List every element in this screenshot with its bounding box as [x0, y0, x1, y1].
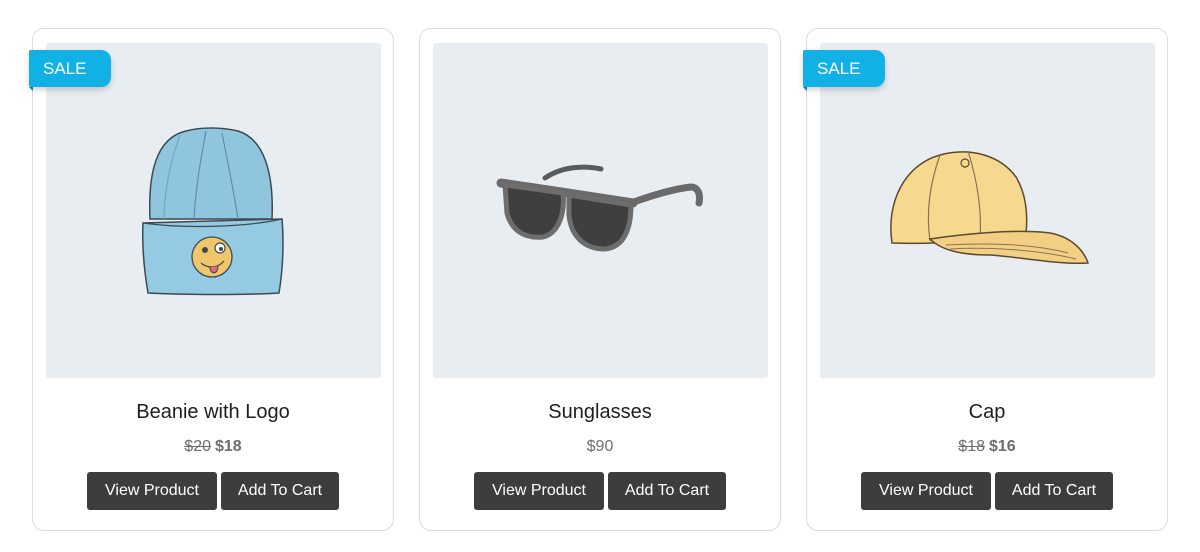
- product-price: $20 $18: [33, 438, 393, 456]
- product-actions: View Product Add To Cart: [807, 472, 1167, 510]
- sale-price: $16: [989, 438, 1016, 455]
- product-price: $18 $16: [807, 438, 1167, 456]
- view-product-button[interactable]: View Product: [861, 472, 991, 510]
- sale-badge: SALE: [29, 50, 111, 91]
- product-card-cap: SALE Cap $18 $16 View Product Add To Cart: [803, 28, 1168, 531]
- original-price: $20: [184, 438, 211, 455]
- sale-price: $18: [215, 438, 242, 455]
- sale-badge: SALE: [803, 50, 885, 91]
- add-to-cart-button[interactable]: Add To Cart: [221, 472, 339, 510]
- product-image-sunglasses[interactable]: [433, 43, 768, 378]
- sunglasses-image: [496, 164, 703, 252]
- product-title[interactable]: Beanie with Logo: [33, 401, 393, 424]
- view-product-button[interactable]: View Product: [474, 472, 604, 510]
- regular-price: $90: [586, 438, 614, 455]
- product-title[interactable]: Sunglasses: [420, 401, 780, 424]
- original-price: $18: [958, 438, 985, 455]
- product-image-cap[interactable]: [820, 43, 1155, 378]
- view-product-button[interactable]: View Product: [87, 472, 217, 510]
- product-card-beanie: SALE Beanie with Logo $20 $18 View Produ…: [29, 28, 394, 531]
- product-actions: View Product Add To Cart: [33, 472, 393, 510]
- product-price: $90: [420, 438, 780, 456]
- add-to-cart-button[interactable]: Add To Cart: [608, 472, 726, 510]
- product-image-beanie[interactable]: [46, 43, 381, 378]
- add-to-cart-button[interactable]: Add To Cart: [995, 472, 1113, 510]
- product-grid: SALE Beanie with Logo $20 $18 View Produ…: [29, 28, 1168, 531]
- product-actions: View Product Add To Cart: [420, 472, 780, 510]
- product-title[interactable]: Cap: [807, 401, 1167, 424]
- cap-image: [890, 150, 1090, 265]
- product-card-sunglasses: Sunglasses $90 View Product Add To Cart: [419, 28, 781, 531]
- beanie-image: [142, 127, 284, 296]
